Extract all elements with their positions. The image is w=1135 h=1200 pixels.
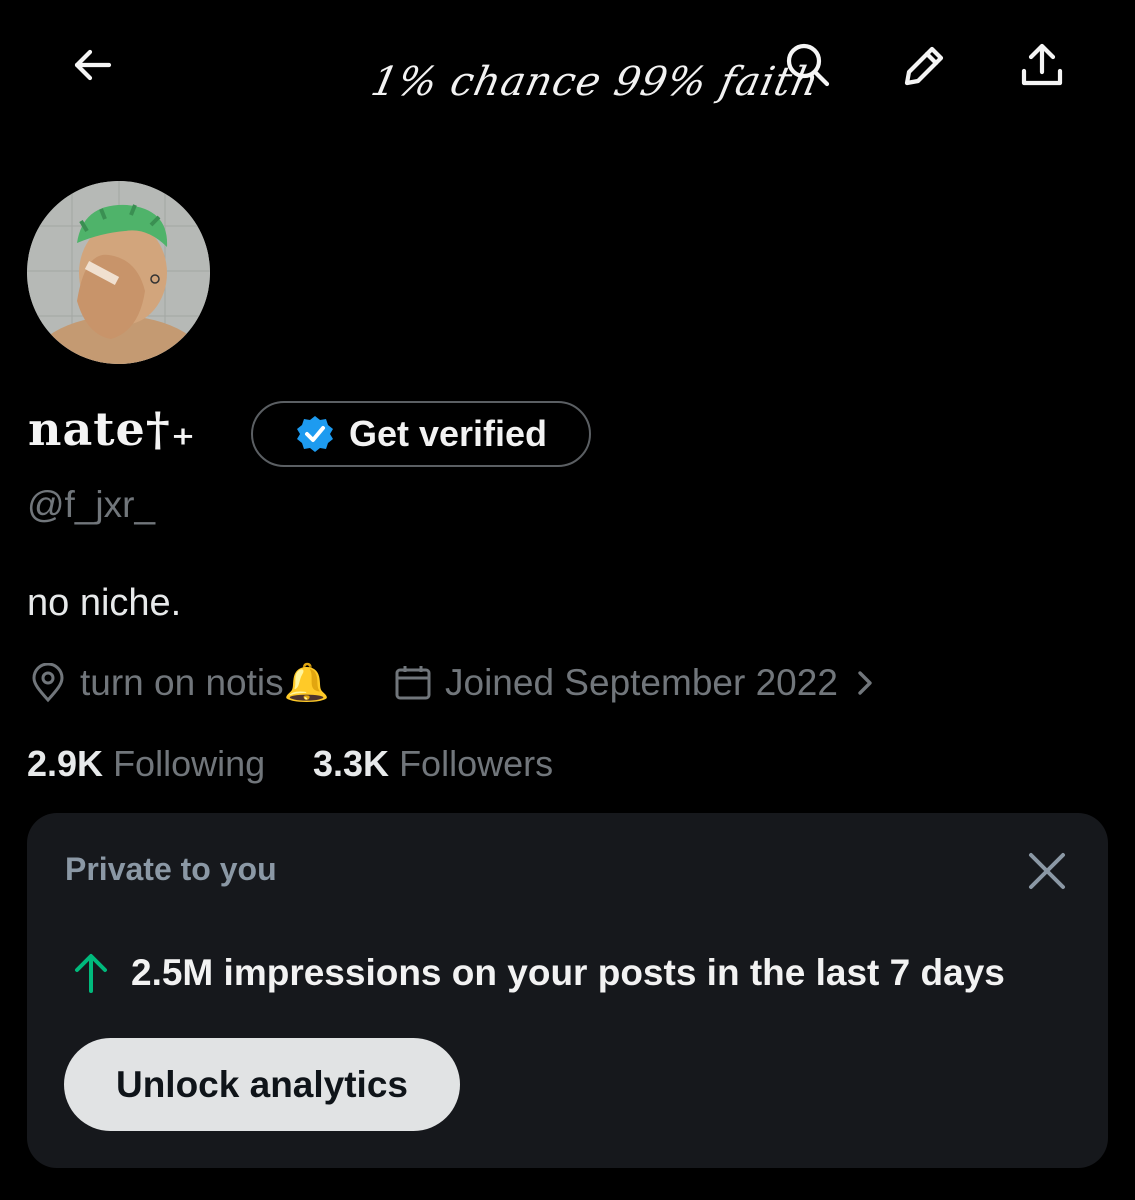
impressions-stat: 2.5M impressions on your posts in the la… xyxy=(71,951,1005,995)
close-card-button[interactable] xyxy=(1017,841,1077,901)
unlock-analytics-label: Unlock analytics xyxy=(115,1063,408,1105)
location-text: turn on notis🔔 xyxy=(80,661,330,703)
search-button[interactable] xyxy=(773,30,843,100)
location-item: turn on notis🔔 xyxy=(28,660,330,706)
following-count: 2.9K xyxy=(27,743,104,784)
avatar-image xyxy=(27,181,210,364)
display-name: nate†₊ xyxy=(28,402,197,456)
location-pin-icon xyxy=(32,663,64,703)
get-verified-label: Get verified xyxy=(348,413,548,454)
joined-text: Joined September 2022 xyxy=(445,662,838,703)
private-analytics-card: Private to you 2.5M impressions on your … xyxy=(27,813,1108,1168)
share-button[interactable] xyxy=(1007,30,1077,100)
followers-link[interactable]: 3.3K Followers xyxy=(313,743,553,785)
back-arrow-icon xyxy=(74,49,112,81)
edit-icon xyxy=(904,46,944,86)
joined-item[interactable]: Joined September 2022 xyxy=(393,660,880,706)
impressions-text: 2.5M impressions on your posts in the la… xyxy=(131,952,1005,993)
banner-text: 1% chance 99% faith xyxy=(367,59,824,105)
avatar[interactable] xyxy=(27,181,210,364)
followers-count: 3.3K xyxy=(313,743,390,784)
calendar-icon xyxy=(395,666,431,700)
share-icon xyxy=(1021,43,1063,86)
get-verified-button[interactable]: Get verified xyxy=(251,401,591,467)
chevron-right-icon xyxy=(858,671,872,695)
profile-bio: no niche. xyxy=(27,582,182,624)
arrow-up-icon xyxy=(75,954,107,993)
following-label: Following xyxy=(113,743,266,784)
back-button[interactable] xyxy=(58,30,128,100)
followers-label: Followers xyxy=(399,743,554,784)
edit-profile-button[interactable] xyxy=(890,30,960,100)
close-icon xyxy=(1029,853,1065,889)
card-title: Private to you xyxy=(65,851,277,887)
unlock-analytics-button[interactable]: Unlock analytics xyxy=(64,1038,460,1131)
profile-handle: @f_jxr_ xyxy=(27,484,156,525)
following-link[interactable]: 2.9K Following xyxy=(27,743,265,785)
search-icon xyxy=(786,43,830,87)
verified-badge-icon xyxy=(296,416,333,452)
